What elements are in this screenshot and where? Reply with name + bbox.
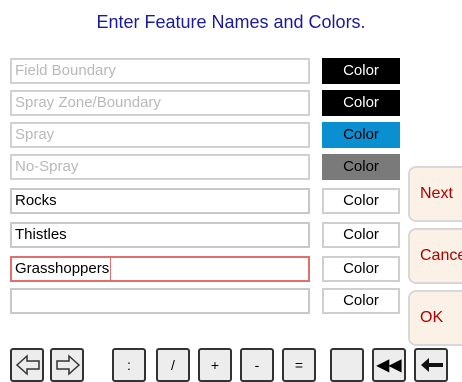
color-button[interactable]: Color — [322, 256, 400, 282]
key-slash[interactable]: / — [156, 348, 190, 382]
feature-row: No-Spray Color — [0, 152, 405, 184]
text-cursor — [110, 258, 112, 280]
feature-name-field[interactable]: Thistles — [10, 222, 310, 248]
backspace-key[interactable] — [414, 348, 448, 382]
color-button[interactable]: Color — [322, 188, 400, 214]
feature-name-text: Spray Zone/Boundary — [15, 94, 161, 111]
color-button[interactable]: Color — [322, 90, 400, 116]
cancel-button[interactable]: Cancel — [408, 228, 462, 284]
feature-name-field[interactable] — [10, 288, 310, 314]
feature-name-field[interactable]: Rocks — [10, 188, 310, 214]
next-button[interactable]: Next — [408, 166, 462, 222]
feature-name-text: Field Boundary — [15, 62, 116, 79]
key-label: / — [171, 357, 175, 373]
right-arrow-key[interactable] — [50, 348, 84, 382]
key-label: : — [127, 357, 131, 373]
key-label: + — [210, 357, 220, 373]
feature-name-text: Thistles — [15, 226, 67, 243]
key-double-back[interactable]: ◀◀ — [372, 348, 406, 382]
feature-name-field[interactable]: Spray Zone/Boundary — [10, 90, 310, 116]
color-button[interactable]: Color — [322, 154, 400, 180]
feature-name-field[interactable]: Field Boundary — [10, 58, 310, 84]
key-colon[interactable]: : — [112, 348, 146, 382]
feature-row: Rocks Color — [0, 186, 405, 218]
color-button[interactable]: Color — [322, 58, 400, 84]
feature-name-field[interactable]: No-Spray — [10, 154, 310, 180]
feature-name-field[interactable]: Spray — [10, 122, 310, 148]
feature-name-text: Rocks — [15, 192, 57, 209]
feature-row: Grasshoppers Color — [0, 254, 405, 286]
color-button[interactable]: Color — [322, 122, 400, 148]
left-arrow-key[interactable] — [10, 348, 44, 382]
key-plus[interactable]: + — [198, 348, 232, 382]
backspace-icon — [421, 358, 443, 372]
key-label: ◀◀ — [376, 357, 402, 374]
color-button[interactable]: Color — [322, 222, 400, 248]
key-blank[interactable] — [330, 348, 364, 382]
key-label: - — [254, 357, 260, 373]
feature-row: Thistles Color — [0, 220, 405, 252]
page-title: Enter Feature Names and Colors. — [96, 12, 366, 32]
feature-name-text: No-Spray — [15, 158, 79, 175]
right-arrow-icon — [56, 354, 81, 376]
ok-button[interactable]: OK — [408, 290, 462, 346]
feature-row: Spray Zone/Boundary Color — [0, 88, 405, 120]
key-label: = — [294, 357, 304, 373]
keyboard-row: : / + - = ◀◀ — [0, 348, 462, 382]
feature-row: Spray Color — [0, 120, 405, 152]
feature-name-field[interactable]: Grasshoppers — [10, 256, 310, 282]
feature-name-text: Spray — [15, 126, 55, 143]
feature-row: Color — [0, 286, 405, 318]
left-arrow-icon — [15, 354, 40, 376]
feature-name-text: Grasshoppers — [15, 260, 110, 277]
key-minus[interactable]: - — [240, 348, 274, 382]
key-equals[interactable]: = — [282, 348, 316, 382]
feature-row: Field Boundary Color — [0, 56, 405, 88]
color-button[interactable]: Color — [322, 288, 400, 314]
